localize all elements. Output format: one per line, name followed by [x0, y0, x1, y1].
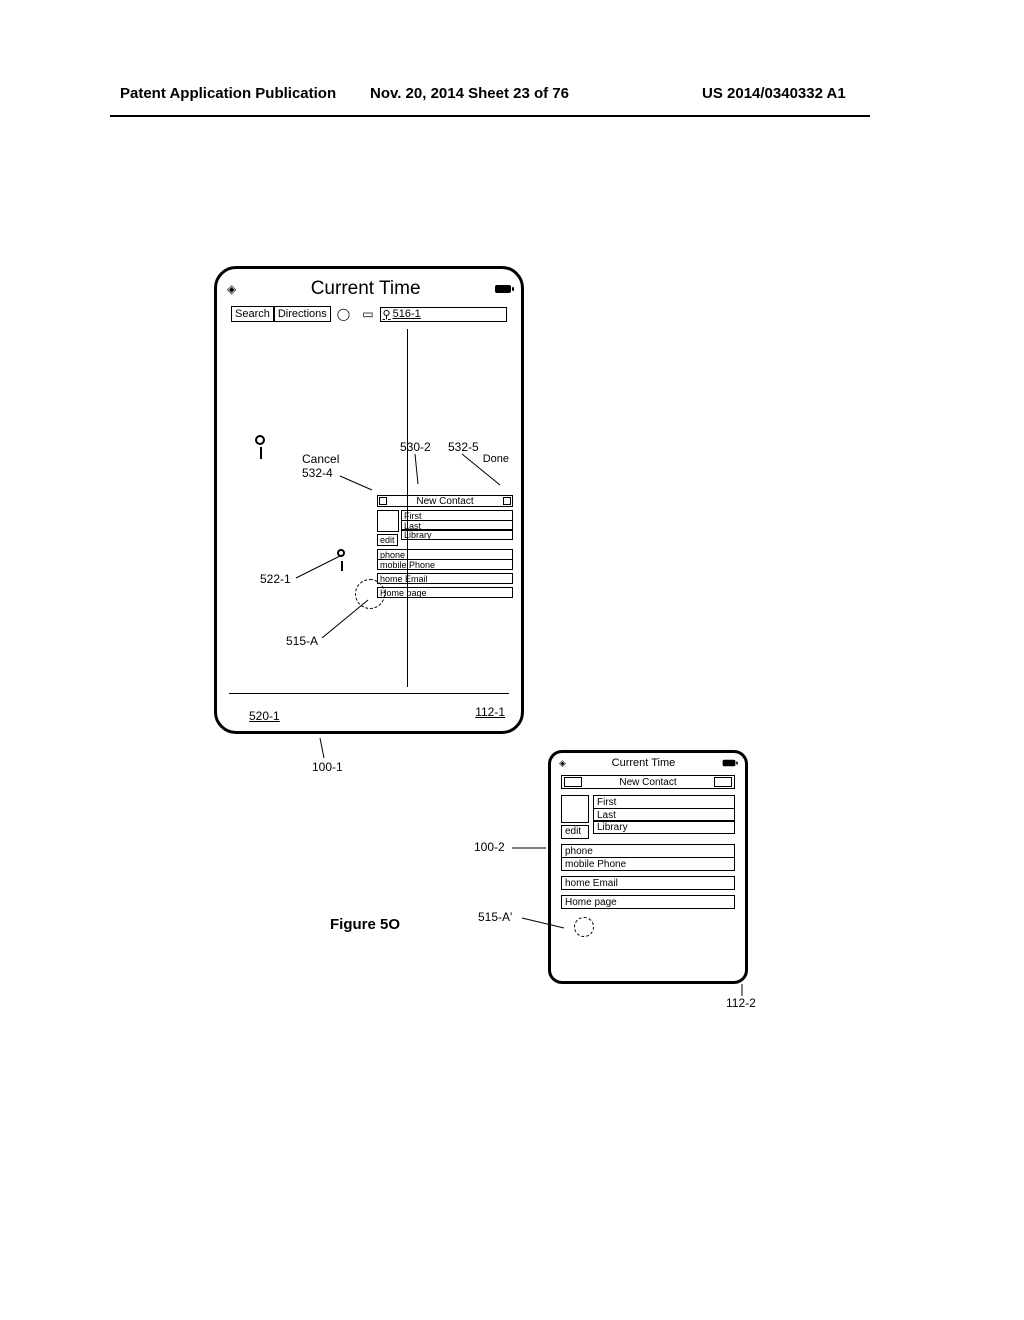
- photo-placeholder[interactable]: [377, 510, 399, 532]
- library-field[interactable]: Library: [401, 529, 513, 540]
- ref-112-1: 112-1: [475, 705, 505, 719]
- search-tab[interactable]: Search: [231, 306, 274, 322]
- callout-532-5: 532-5: [448, 440, 479, 454]
- header-right: US 2014/0340332 A1: [702, 85, 846, 102]
- header-rule: [110, 115, 870, 117]
- done-button-2[interactable]: [714, 777, 732, 787]
- callout-515-A: 515-A: [286, 634, 318, 648]
- device-100-2: ◈ Current Time New Contact edit First La…: [548, 750, 748, 984]
- directions-tab[interactable]: Directions: [274, 306, 331, 322]
- road-horizontal: [229, 693, 509, 694]
- cancel-button-2[interactable]: [564, 777, 582, 787]
- popup-title-2: New Contact: [584, 777, 712, 788]
- email-field-2[interactable]: home Email: [561, 876, 735, 890]
- bookmarks-icon[interactable]: ▭: [362, 307, 373, 321]
- cancel-button[interactable]: [379, 497, 387, 505]
- header-mid: Nov. 20, 2014 Sheet 23 of 76: [370, 85, 569, 102]
- done-button[interactable]: [503, 497, 511, 505]
- cancel-callout: Cancel: [302, 452, 339, 466]
- battery-icon: [723, 760, 736, 766]
- new-contact-screen: New Contact edit First Last Library phon…: [561, 775, 735, 909]
- edit-button-2[interactable]: edit: [561, 825, 589, 839]
- battery-icon: [495, 285, 511, 293]
- search-field[interactable]: ⚲ 516-1: [380, 307, 507, 322]
- touch-indicator: [355, 579, 385, 609]
- map-area[interactable]: Done New Contact edit First Last Library: [229, 329, 509, 687]
- status-title-2: Current Time: [612, 757, 676, 769]
- callout-100-2: 100-2: [474, 840, 505, 854]
- search-ref: 516-1: [393, 308, 421, 320]
- callout-100-1: 100-1: [312, 760, 343, 774]
- edit-button[interactable]: edit: [377, 534, 398, 546]
- homepage-field-2[interactable]: Home page: [561, 895, 735, 909]
- map-pin-big[interactable]: [255, 435, 265, 445]
- callout-532-4: 532-4: [302, 466, 333, 480]
- status-title: Current Time: [311, 278, 421, 300]
- search-icon: ⚲: [383, 308, 391, 321]
- status-bar: ◈ Current Time: [227, 277, 511, 301]
- callout-530-2: 530-2: [400, 440, 431, 454]
- new-contact-popup: Done New Contact edit First Last Library: [377, 471, 513, 598]
- wifi-icon: ◈: [559, 758, 566, 769]
- map-toolbar: Search Directions ◯ ▭ ⚲ 516-1: [231, 303, 507, 325]
- done-label: Done: [483, 453, 509, 465]
- device-100-1: ◈ Current Time Search Directions ◯ ▭ ⚲ 5…: [214, 266, 524, 734]
- wifi-icon: ◈: [227, 282, 236, 296]
- callout-112-2: 112-2: [726, 996, 756, 1010]
- touch-indicator-2: [574, 917, 594, 937]
- popup-header: New Contact: [377, 495, 513, 507]
- popup-header-2: New Contact: [561, 775, 735, 789]
- photo-placeholder-2[interactable]: [561, 795, 589, 823]
- homepage-field[interactable]: Home page: [377, 587, 513, 598]
- callout-522-1: 522-1: [260, 572, 291, 586]
- library-field-2[interactable]: Library: [593, 820, 735, 834]
- locate-icon[interactable]: ◯: [337, 307, 350, 321]
- map-pin-small[interactable]: [337, 549, 345, 557]
- status-bar-2: ◈ Current Time: [559, 757, 737, 769]
- header-left: Patent Application Publication: [120, 85, 336, 102]
- figure-caption: Figure 5O: [330, 916, 400, 933]
- ref-520-1: 520-1: [249, 709, 280, 723]
- mobile-field-2[interactable]: mobile Phone: [561, 857, 735, 871]
- callout-515-A2: 515-A': [478, 910, 512, 924]
- email-field[interactable]: home Email: [377, 573, 513, 584]
- mobile-field[interactable]: mobile Phone: [377, 559, 513, 570]
- popup-title: New Contact: [392, 496, 498, 507]
